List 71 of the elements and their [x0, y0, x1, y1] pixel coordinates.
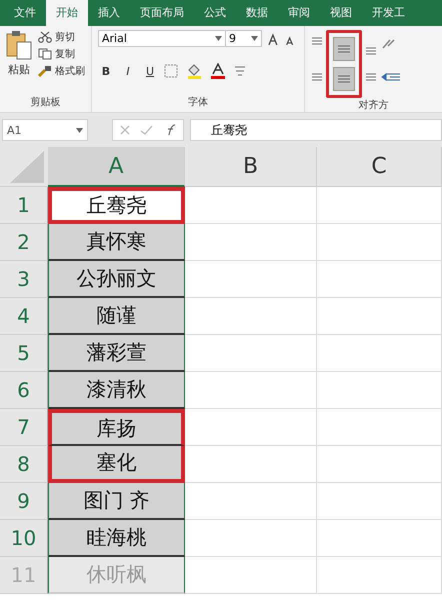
row-header[interactable]: 9 — [0, 483, 48, 520]
copy-icon — [38, 48, 52, 60]
border-icon[interactable] — [164, 64, 180, 78]
empty-cell[interactable] — [317, 483, 442, 520]
ribbon-tab[interactable]: 文件 — [4, 0, 46, 26]
ribbon-tab[interactable]: 页面布局 — [130, 0, 194, 26]
dropdown-arrow-icon[interactable] — [76, 128, 83, 132]
group-label: 字体 — [187, 96, 209, 109]
formula-field[interactable]: 丘骞尧 — [190, 119, 442, 141]
row-header[interactable]: 2 — [0, 224, 48, 261]
font-name-field[interactable]: Arial — [98, 30, 226, 47]
ribbon-tab[interactable]: 公式 — [194, 0, 236, 26]
empty-cell[interactable] — [317, 335, 442, 372]
scissors-icon — [38, 31, 52, 43]
column-header[interactable]: A — [48, 147, 185, 187]
table-cell[interactable]: 公孙丽文 — [48, 261, 185, 298]
bold-button[interactable]: B — [98, 64, 114, 78]
name-box[interactable]: A1 — [2, 119, 88, 141]
copy-button[interactable]: 复制 — [38, 47, 85, 61]
ribbon-tab[interactable]: 数据 — [236, 0, 278, 26]
empty-cell[interactable] — [317, 298, 442, 335]
row-header[interactable]: 1 — [0, 187, 48, 224]
ribbon-tab[interactable]: 插入 — [88, 0, 130, 26]
table-cell[interactable]: 漆清秋 — [48, 372, 185, 409]
table-cell[interactable]: 随谨 — [48, 298, 185, 335]
group-label: 对齐方 — [358, 98, 390, 112]
empty-cell[interactable] — [317, 261, 442, 298]
empty-cell[interactable] — [317, 520, 442, 557]
align-center-icon[interactable] — [333, 67, 355, 91]
table-cell[interactable]: 真怀寒 — [48, 224, 185, 261]
clipboard-icon — [6, 30, 32, 60]
column-header[interactable]: C — [317, 147, 442, 187]
paste-button[interactable]: 粘贴 — [6, 30, 32, 78]
fill-color-icon[interactable] — [186, 63, 204, 79]
brush-icon — [38, 65, 52, 77]
center-align-buttons[interactable] — [326, 30, 362, 98]
empty-cell[interactable] — [317, 224, 442, 261]
cut-button[interactable]: 剪切 — [38, 30, 85, 44]
table-cell[interactable]: 库扬 — [48, 409, 185, 446]
empty-cell[interactable] — [317, 372, 442, 409]
empty-cell[interactable] — [317, 187, 442, 224]
ribbon-tab[interactable]: 视图 — [320, 0, 362, 26]
ribbon-tab[interactable]: 审阅 — [278, 0, 320, 26]
row-header[interactable]: 10 — [0, 520, 48, 557]
table-cell[interactable]: 图门 齐 — [48, 483, 185, 520]
row-header[interactable]: 4 — [0, 298, 48, 335]
align-center-icon[interactable] — [333, 37, 355, 61]
row-header[interactable]: 7 — [0, 409, 48, 446]
italic-button[interactable]: I — [120, 64, 136, 78]
column-header[interactable]: B — [185, 147, 317, 187]
row-header[interactable]: 5 — [0, 335, 48, 372]
font-size-field[interactable]: 9 — [224, 30, 262, 47]
font-color-icon[interactable] — [210, 63, 226, 79]
dropdown-arrow-icon[interactable] — [214, 36, 222, 41]
empty-cell[interactable] — [317, 409, 442, 446]
underline-button[interactable]: U — [142, 64, 158, 78]
empty-cell[interactable] — [317, 557, 442, 594]
group-label: 剪贴板 — [30, 96, 62, 109]
ribbon-tab[interactable]: 开始 — [46, 0, 88, 26]
dropdown-arrow-icon[interactable] — [251, 36, 258, 41]
row-header[interactable]: 6 — [0, 372, 48, 409]
ribbon-tab[interactable]: 开发工 — [362, 0, 415, 26]
table-cell[interactable]: 藩彩萱 — [48, 335, 185, 372]
phonetic-icon[interactable] — [232, 64, 248, 78]
row-header[interactable]: 8 — [0, 446, 48, 483]
empty-cell[interactable] — [317, 446, 442, 483]
format-painter-button[interactable]: 格式刷 — [38, 64, 85, 78]
row-header[interactable]: 3 — [0, 261, 48, 298]
table-cell[interactable]: 眭海桃 — [48, 520, 185, 557]
table-cell[interactable]: 塞化 — [48, 446, 185, 483]
table-cell[interactable]: 丘骞尧 — [48, 187, 185, 224]
